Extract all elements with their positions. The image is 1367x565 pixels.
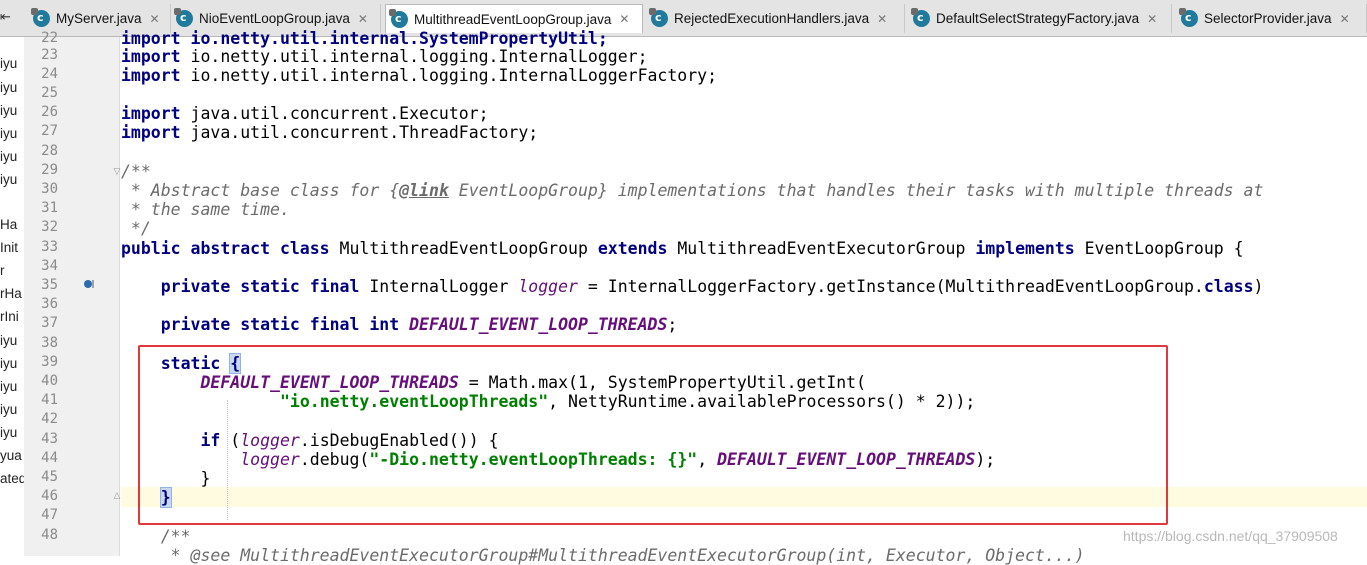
java-class-icon	[389, 8, 408, 28]
line-number: 42	[41, 411, 58, 427]
line-number: 26	[41, 104, 58, 120]
tab-selectorprovider[interactable]: SelectorProvider.java ✕	[1176, 4, 1367, 33]
line-number: 29	[41, 162, 58, 178]
code-line-24: import io.netty.util.internal.logging.In…	[121, 66, 718, 85]
java-class-icon	[31, 8, 50, 27]
line-number: 28	[41, 143, 58, 159]
tab-label: MyServer.java	[56, 11, 142, 26]
code-line-23: import io.netty.util.internal.logging.In…	[121, 47, 648, 66]
line-number: 31	[41, 200, 58, 216]
code-line-48: /**	[121, 527, 191, 546]
line-number: 43	[41, 431, 58, 447]
tree-item[interactable]: ated	[0, 471, 24, 486]
tab-rejectedexecutionhandlers[interactable]: RejectedExecutionHandlers.java ✕	[646, 4, 905, 33]
tab-label: MultithreadEventLoopGroup.java	[414, 11, 612, 27]
line-number: 23	[41, 47, 58, 63]
implements-icon[interactable]	[82, 277, 96, 291]
code-line-26: import java.util.concurrent.Executor;	[121, 104, 489, 123]
back-arrow-icon[interactable]: ⇤	[0, 8, 20, 28]
line-number: 44	[41, 450, 58, 466]
code-line-30: * Abstract base class for {@link EventLo…	[121, 181, 1264, 200]
line-number: 39	[41, 354, 58, 370]
code-line-27: import java.util.concurrent.ThreadFactor…	[121, 123, 539, 142]
code-line-37: private static final int DEFAULT_EVENT_L…	[121, 315, 678, 334]
line-number: 46	[41, 488, 58, 504]
code-line-31: * the same time.	[121, 200, 290, 219]
annotation-highlight-box	[138, 345, 1168, 525]
project-tree-strip: iyu iyu iyu iyu iyu iyu Ha Init r rHa rI…	[0, 37, 25, 556]
line-number: 22	[41, 30, 58, 46]
code-line-22: import io.netty.util.internal.SystemProp…	[121, 29, 608, 48]
tree-item[interactable]: iyu	[0, 425, 17, 440]
editor-gutter: 22 23 24 25 26 27 28 29 30 31 32 33 34 3…	[24, 30, 120, 556]
line-number: 48	[41, 527, 58, 543]
tree-item[interactable]: Ha	[0, 217, 17, 232]
tab-label: NioEventLoopGroup.java	[199, 11, 350, 26]
close-icon[interactable]: ✕	[1340, 12, 1350, 26]
line-number: 36	[41, 296, 58, 312]
tab-defaultselectstrategyfactory[interactable]: DefaultSelectStrategyFactory.java ✕	[908, 4, 1172, 33]
tree-item[interactable]: iyu	[0, 126, 17, 141]
line-number: 40	[41, 373, 58, 389]
tree-item[interactable]: iyu	[0, 402, 17, 417]
line-number: 45	[41, 469, 58, 485]
line-number: 25	[41, 85, 58, 101]
code-line-33: public abstract class MultithreadEventLo…	[121, 239, 1244, 258]
tree-item[interactable]: iyu	[0, 56, 17, 71]
line-number: 47	[41, 507, 58, 523]
tree-item[interactable]: iyu	[0, 333, 17, 348]
line-number: 34	[41, 258, 58, 274]
tree-item[interactable]: rHa	[0, 286, 22, 301]
line-number: 35	[41, 277, 58, 293]
tree-item[interactable]: yua	[0, 448, 22, 463]
java-class-icon	[174, 8, 193, 27]
line-number: 33	[41, 239, 58, 255]
line-number: 27	[41, 123, 58, 139]
java-class-icon	[649, 8, 668, 27]
tab-label: RejectedExecutionHandlers.java	[674, 11, 870, 26]
tree-item[interactable]: iyu	[0, 149, 17, 164]
line-number: 30	[41, 181, 58, 197]
tree-item[interactable]: iyu	[0, 80, 17, 95]
close-icon[interactable]: ✕	[619, 12, 629, 26]
close-icon[interactable]: ✕	[150, 12, 160, 26]
line-number: 32	[41, 219, 58, 235]
tree-item[interactable]: rIni	[0, 309, 19, 324]
tree-item[interactable]: iyu	[0, 379, 17, 394]
code-line-32: */	[121, 219, 151, 238]
tree-item[interactable]: r	[0, 263, 5, 278]
code-line-35: private static final InternalLogger logg…	[121, 277, 1264, 296]
tree-item[interactable]: iyu	[0, 356, 17, 371]
close-icon[interactable]: ✕	[877, 12, 887, 26]
close-icon[interactable]: ✕	[1147, 12, 1157, 26]
line-number: 37	[41, 315, 58, 331]
tree-item[interactable]: Init	[0, 240, 18, 255]
java-class-icon	[1179, 8, 1198, 27]
line-number: 24	[41, 66, 58, 82]
watermark: https://blog.csdn.net/qq_37909508	[1123, 528, 1338, 544]
tab-label: DefaultSelectStrategyFactory.java	[936, 11, 1140, 26]
line-number: 41	[41, 392, 58, 408]
tree-item[interactable]: iyu	[0, 172, 17, 187]
close-icon[interactable]: ✕	[358, 12, 368, 26]
tree-item[interactable]: iyu	[0, 103, 17, 118]
line-number: 38	[41, 335, 58, 351]
code-line-29: /**	[121, 162, 151, 181]
java-class-icon	[911, 8, 930, 27]
tab-label: SelectorProvider.java	[1204, 11, 1332, 26]
